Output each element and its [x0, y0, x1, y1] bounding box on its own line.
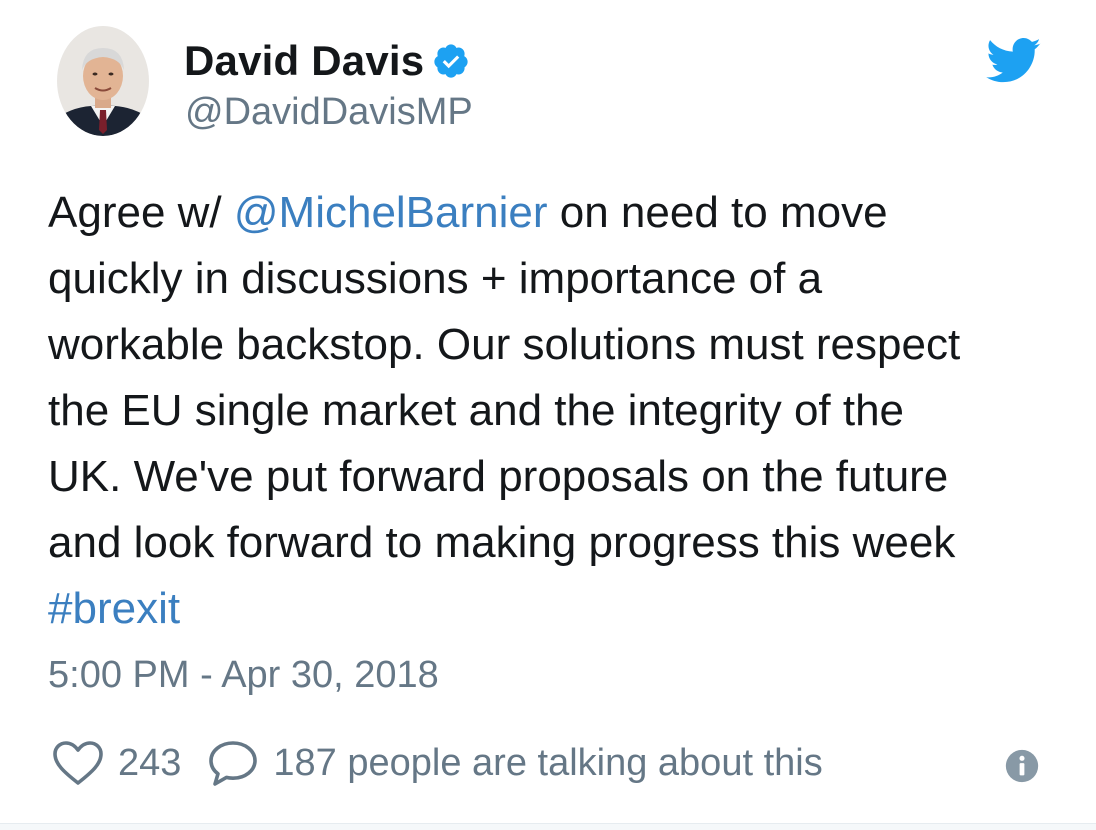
replies-text[interactable]: 187 people are talking about this: [273, 742, 822, 785]
author-handle[interactable]: @DavidDavisMP: [185, 91, 473, 134]
info-icon[interactable]: [1005, 749, 1039, 783]
author-name-row[interactable]: David Davis: [184, 35, 470, 87]
avatar[interactable]: [57, 26, 149, 136]
author-display-name[interactable]: David Davis: [184, 37, 424, 85]
verified-badge-icon: [432, 42, 470, 80]
tweet-line-5: UK. We've put forward proposals on the f…: [48, 452, 949, 501]
tweet-actions: 243 187 people are talking about this: [52, 733, 823, 793]
tweet-line-6: and look forward to making progress this…: [48, 518, 956, 567]
likes-count[interactable]: 243: [118, 742, 181, 785]
heart-icon[interactable]: [52, 740, 104, 786]
tweet-text: Agree w/ @MichelBarnier on need to move …: [48, 180, 1058, 642]
tweet-line-3: workable backstop. Our solutions must re…: [48, 320, 961, 369]
tweet-card: David Davis @DavidDavisMP Agree w/ @Mich…: [0, 0, 1096, 830]
tweet-line-4: the EU single market and the integrity o…: [48, 386, 905, 435]
tweet-text-segment: Agree w/: [48, 188, 234, 237]
mention-link[interactable]: @MichelBarnier: [234, 188, 548, 237]
tweet-timestamp[interactable]: 5:00 PM - Apr 30, 2018: [48, 654, 439, 697]
speech-bubble-icon[interactable]: [207, 739, 259, 787]
hashtag-link[interactable]: #brexit: [48, 576, 1058, 642]
profile-photo-image: [57, 26, 149, 136]
tweet-line-1: Agree w/ @MichelBarnier on need to move: [48, 180, 1058, 246]
twitter-bird-icon[interactable]: [986, 38, 1042, 84]
tweet-line-2: quickly in discussions + importance of a: [48, 254, 823, 303]
tweet-text-segment: on need to move: [547, 188, 888, 237]
